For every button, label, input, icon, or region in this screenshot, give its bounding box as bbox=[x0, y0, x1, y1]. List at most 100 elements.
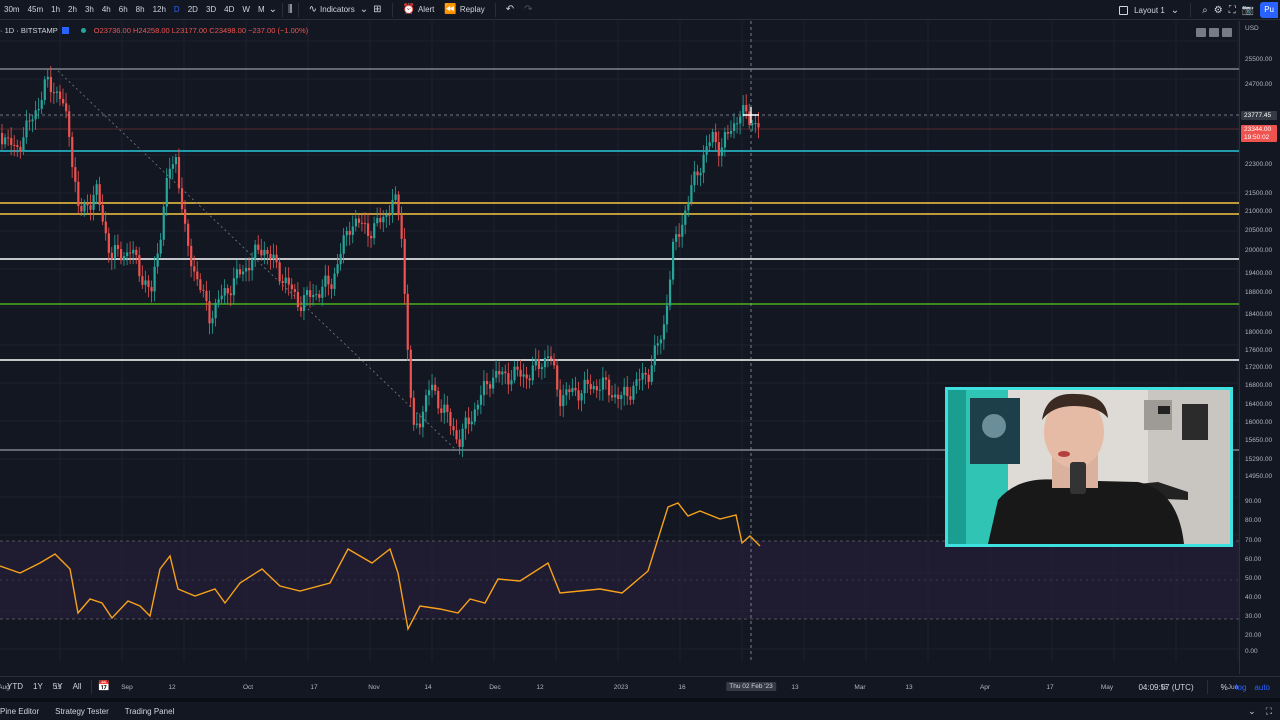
redo-icon: ↷ bbox=[524, 4, 533, 15]
symbol-legend: · 1D · BITSTAMP O23736.00 H24258.00 L231… bbox=[0, 26, 308, 35]
redo-button[interactable]: ↷ bbox=[519, 0, 537, 20]
candle-body bbox=[101, 204, 104, 222]
layout-label[interactable]: Layout 1 bbox=[1134, 6, 1165, 15]
market-status-icon bbox=[80, 28, 86, 33]
candle-body bbox=[284, 277, 287, 284]
candle-body bbox=[40, 100, 43, 109]
chevron-down-icon[interactable]: ⌄ bbox=[269, 4, 277, 15]
candle-body bbox=[458, 439, 461, 447]
candlestick-type-icon[interactable]: ⫼ bbox=[288, 4, 293, 15]
candle-body bbox=[485, 381, 489, 385]
timeframe-3h[interactable]: 3h bbox=[81, 0, 98, 20]
gear-icon[interactable]: ⚙ bbox=[1214, 5, 1223, 16]
candle-body bbox=[193, 266, 196, 272]
fullscreen-icon[interactable]: ⛶ bbox=[1229, 5, 1236, 16]
percent-toggle[interactable]: % bbox=[1221, 683, 1228, 692]
currency-label[interactable]: USD bbox=[1245, 25, 1259, 32]
candle-body bbox=[223, 288, 226, 296]
tab-trading-panel[interactable]: Trading Panel bbox=[117, 707, 183, 716]
toolbar-divider bbox=[282, 2, 284, 17]
timeframe-d[interactable]: D bbox=[170, 0, 184, 20]
range-5y[interactable]: 5Y bbox=[48, 682, 68, 691]
replay-button[interactable]: ⏪ Replay bbox=[439, 0, 489, 20]
chart-canvas[interactable] bbox=[0, 21, 1239, 674]
alert-button[interactable]: ⏰ Alert bbox=[398, 0, 440, 20]
candle-body bbox=[235, 269, 239, 279]
candle-body bbox=[620, 395, 623, 400]
candle-body bbox=[449, 412, 452, 426]
timeframe-8h[interactable]: 8h bbox=[132, 0, 149, 20]
candle-body bbox=[62, 98, 65, 104]
rsi-label: 80.00 bbox=[1245, 517, 1262, 524]
timeframe-45m[interactable]: 45m bbox=[24, 0, 48, 20]
templates-button[interactable]: ⊞ bbox=[368, 0, 386, 20]
timeframe-w[interactable]: W bbox=[238, 0, 254, 20]
range-1y[interactable]: 1Y bbox=[28, 682, 48, 691]
auto-toggle[interactable]: auto bbox=[1254, 683, 1270, 692]
calendar-range-icon[interactable]: 📅 bbox=[97, 681, 109, 692]
chart-tool-button[interactable] bbox=[1196, 28, 1206, 37]
search-icon[interactable]: ⌕ bbox=[1202, 5, 1208, 16]
candle-body bbox=[574, 387, 577, 391]
candle-body bbox=[196, 271, 199, 280]
timeframe-2d[interactable]: 2D bbox=[184, 0, 202, 20]
price-axis[interactable]: USD 25500.00 24700.00 22300.00 21500.00 2100… bbox=[1239, 21, 1280, 674]
publish-button[interactable]: Pu bbox=[1260, 2, 1278, 18]
collapse-panel-icon[interactable]: ⌄ bbox=[1248, 706, 1256, 717]
tab-strategy-tester[interactable]: Strategy Tester bbox=[47, 707, 117, 716]
indicators-button[interactable]: ∿ Indicators bbox=[304, 0, 360, 20]
candle-body bbox=[324, 275, 327, 287]
rsi-label: 50.00 bbox=[1245, 575, 1262, 582]
camera-icon[interactable]: 📷 bbox=[1242, 5, 1254, 16]
utc-clock[interactable]: 04:09:57 (UTC) bbox=[1138, 683, 1193, 692]
candle-body bbox=[370, 235, 373, 239]
candle-body bbox=[123, 256, 126, 261]
symbol-name[interactable]: · 1D · BITSTAMP bbox=[0, 26, 58, 35]
candle-body bbox=[656, 343, 659, 346]
candle-body bbox=[245, 267, 248, 272]
timeframe-4h[interactable]: 4h bbox=[98, 0, 115, 20]
chevron-down-icon[interactable]: ⌄ bbox=[360, 4, 368, 15]
candle-body bbox=[443, 404, 446, 413]
candle-body bbox=[611, 395, 614, 398]
candle-body bbox=[150, 286, 153, 292]
candle-body bbox=[272, 254, 275, 259]
timeframe-m[interactable]: M bbox=[254, 0, 269, 20]
flag-icon[interactable] bbox=[61, 27, 69, 34]
timeframe-12h[interactable]: 12h bbox=[149, 0, 170, 20]
chart-area[interactable]: · 1D · BITSTAMP O23736.00 H24258.00 L231… bbox=[0, 21, 1280, 691]
candle-body bbox=[339, 253, 342, 265]
price-label: 16800.00 bbox=[1245, 382, 1273, 389]
toolbar-divider bbox=[494, 2, 496, 17]
maximize-panel-icon[interactable]: ⛶ bbox=[1266, 706, 1272, 717]
timeframe-1h[interactable]: 1h bbox=[47, 0, 64, 20]
layout-checkbox[interactable] bbox=[1119, 5, 1129, 15]
timeframe-4d[interactable]: 4D bbox=[220, 0, 238, 20]
crosshair-price-badge: 23777.45 bbox=[1241, 111, 1277, 120]
candle-body bbox=[528, 378, 531, 381]
range-ytd[interactable]: YTD bbox=[2, 682, 28, 691]
candle-body bbox=[757, 123, 760, 128]
undo-button[interactable]: ↶ bbox=[501, 0, 519, 20]
tab-pine-editor[interactable]: Pine Editor bbox=[0, 707, 47, 716]
candle-body bbox=[522, 374, 525, 377]
timeframe-3d[interactable]: 3D bbox=[202, 0, 220, 20]
candle-body bbox=[437, 390, 440, 409]
candle-body bbox=[748, 111, 751, 125]
chart-tool-button[interactable] bbox=[1209, 28, 1219, 37]
chart-tool-button[interactable] bbox=[1222, 28, 1232, 37]
range-all[interactable]: All bbox=[68, 682, 87, 691]
candle-body bbox=[19, 146, 22, 152]
candle-body bbox=[104, 221, 107, 234]
timeframe-30m[interactable]: 30m bbox=[0, 0, 24, 20]
timeframe-6h[interactable]: 6h bbox=[115, 0, 132, 20]
candle-body bbox=[421, 411, 425, 428]
candle-body bbox=[251, 259, 254, 271]
candle-body bbox=[729, 131, 733, 134]
log-toggle[interactable]: log bbox=[1236, 683, 1247, 692]
timeframe-2h[interactable]: 2h bbox=[64, 0, 81, 20]
candle-body bbox=[199, 279, 202, 290]
candle-body bbox=[403, 238, 406, 294]
chevron-down-icon[interactable]: ⌄ bbox=[1171, 5, 1179, 16]
candle-body bbox=[534, 359, 537, 366]
